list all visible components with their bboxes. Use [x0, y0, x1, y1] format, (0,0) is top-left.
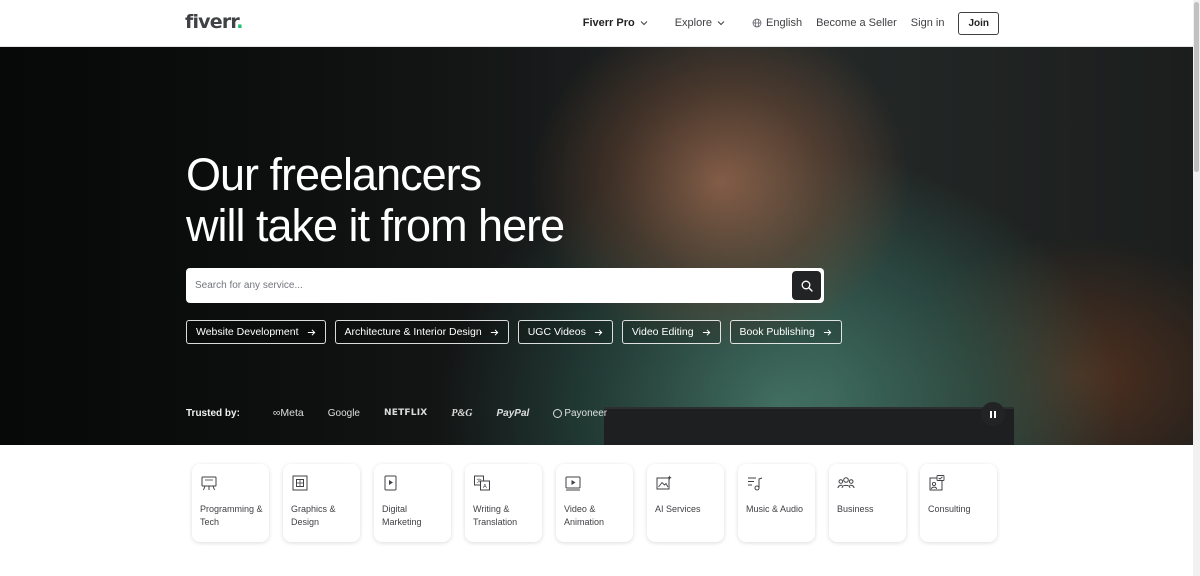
hero-background-laptop	[604, 407, 1014, 445]
graphics-icon	[292, 475, 308, 491]
pause-icon	[990, 410, 992, 418]
chevron-down-icon	[640, 21, 648, 26]
join-button[interactable]: Join	[958, 11, 999, 35]
marketing-icon	[384, 475, 397, 491]
category-card-business[interactable]: Business	[829, 464, 906, 542]
nav-language[interactable]: English	[752, 17, 802, 29]
page-scrollbar[interactable]	[1193, 0, 1200, 576]
search-button[interactable]	[792, 271, 821, 300]
translation-icon: 文A	[474, 475, 490, 491]
category-card-writing-translation[interactable]: 文A Writing & Translation	[465, 464, 542, 542]
hero-title-line-1: Our freelancers	[186, 149, 482, 200]
category-label: Programming & Tech	[200, 504, 263, 527]
pill-architecture-interior-design[interactable]: Architecture & Interior Design	[334, 320, 509, 344]
payoneer-ring-icon	[553, 408, 563, 418]
nav-become-seller-label: Become a Seller	[816, 17, 897, 29]
ai-icon	[656, 475, 672, 490]
nav-become-seller[interactable]: Become a Seller	[816, 17, 897, 29]
pause-video-button[interactable]	[981, 402, 1005, 426]
site-header: fiverr. Fiverr Pro Explore English Becom…	[0, 0, 1193, 47]
brand-pg-logo: P&G	[451, 407, 473, 419]
arrow-right-icon	[307, 328, 315, 336]
trusted-by-row: Trusted by: ∞Meta Google NETFLIX P&G Pay…	[186, 407, 631, 419]
fiverr-logo[interactable]: fiverr.	[185, 11, 244, 33]
category-label: Graphics & Design	[291, 504, 336, 527]
arrow-right-icon	[702, 328, 710, 336]
pill-label: UGC Videos	[527, 326, 586, 338]
category-card-video-animation[interactable]: Video & Animation	[556, 464, 633, 542]
hero-title: Our freelancers will take it from here	[186, 149, 565, 251]
nav-sign-in-label: Sign in	[910, 17, 945, 29]
search-bar	[186, 268, 824, 303]
nav-explore-label: Explore	[674, 17, 712, 29]
category-label: Writing & Translation	[473, 504, 518, 527]
nav-explore[interactable]: Explore	[675, 17, 726, 29]
svg-text:文: 文	[477, 478, 482, 485]
top-nav: Fiverr Pro Explore English Become a Sell…	[583, 0, 999, 46]
brand-netflix-logo: NETFLIX	[384, 408, 428, 418]
video-icon	[565, 476, 581, 491]
programming-icon	[201, 476, 217, 491]
scrollbar-thumb[interactable]	[1194, 2, 1199, 172]
category-card-music-audio[interactable]: Music & Audio	[738, 464, 815, 542]
arrow-right-icon	[594, 328, 603, 336]
search-input[interactable]	[195, 268, 785, 303]
nav-fiverr-pro[interactable]: Fiverr Pro	[583, 17, 649, 29]
brand-meta-logo: ∞Meta	[272, 407, 304, 419]
hero-overlay	[0, 47, 1193, 445]
brand-payoneer-logo: Payoneer	[553, 408, 607, 419]
globe-icon	[752, 18, 762, 28]
hero-title-line-2: will take it from here	[186, 200, 565, 251]
pill-label: Video Editing	[631, 326, 694, 338]
svg-text:A: A	[483, 484, 487, 490]
pill-label: Book Publishing	[739, 326, 815, 338]
nav-fiverr-pro-label: Fiverr Pro	[582, 17, 635, 29]
consulting-icon	[929, 475, 945, 491]
category-label: AI Services	[655, 504, 701, 514]
hero-section: Our freelancers will take it from here W…	[0, 47, 1193, 445]
category-label: Music & Audio	[746, 504, 804, 514]
category-card-digital-marketing[interactable]: Digital Marketing	[374, 464, 451, 542]
category-cards: Programming & Tech Graphics & Design Dig…	[192, 464, 997, 542]
category-card-consulting[interactable]: Consulting	[920, 464, 997, 542]
pill-label: Architecture & Interior Design	[344, 326, 482, 338]
category-label: Digital Marketing	[382, 504, 422, 527]
search-icon	[801, 280, 813, 292]
trusted-by-label: Trusted by:	[186, 407, 240, 419]
category-label: Business	[837, 504, 874, 514]
category-card-programming-tech[interactable]: Programming & Tech	[192, 464, 269, 542]
nav-sign-in[interactable]: Sign in	[911, 17, 945, 29]
brand-google-logo: Google	[327, 407, 360, 419]
brand-paypal-logo: PayPal	[496, 407, 530, 419]
pill-video-editing[interactable]: Video Editing	[621, 320, 721, 344]
category-card-graphics-design[interactable]: Graphics & Design	[283, 464, 360, 542]
category-label: Video & Animation	[564, 504, 605, 527]
business-icon	[837, 477, 855, 489]
category-label: Consulting	[928, 504, 971, 514]
pill-book-publishing[interactable]: Book Publishing	[729, 320, 842, 344]
pill-ugc-videos[interactable]: UGC Videos	[517, 320, 613, 344]
music-icon	[748, 477, 763, 491]
pill-website-development[interactable]: Website Development	[186, 320, 326, 344]
pill-label: Website Development	[196, 326, 299, 338]
popular-services: Website Development Architecture & Inter…	[186, 320, 842, 344]
arrow-right-icon	[490, 328, 499, 336]
chevron-down-icon	[717, 21, 725, 26]
nav-language-label: English	[766, 17, 803, 29]
category-card-ai-services[interactable]: AI Services	[647, 464, 724, 542]
arrow-right-icon	[823, 328, 832, 336]
